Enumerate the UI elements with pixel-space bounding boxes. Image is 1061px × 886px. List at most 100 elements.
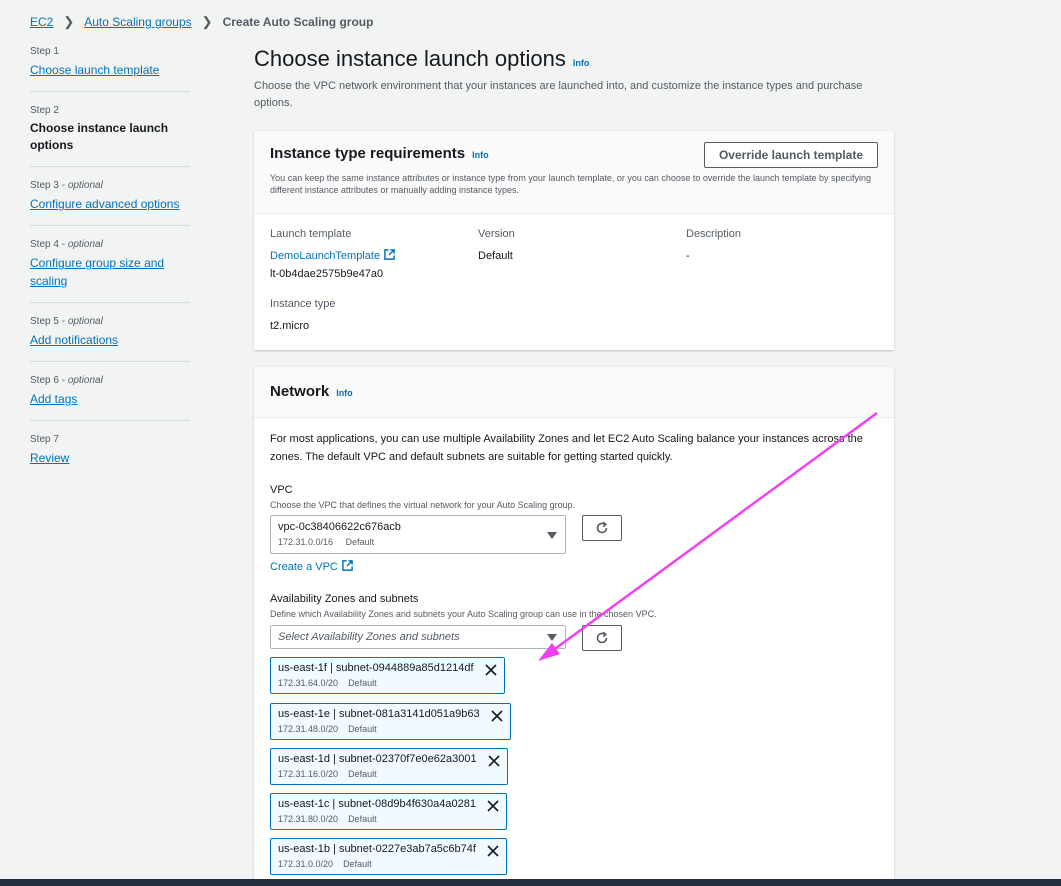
panel-title: Network bbox=[270, 383, 330, 400]
az-select[interactable]: Select Availability Zones and subnets bbox=[270, 625, 566, 649]
step-1: Step 1 Choose launch template bbox=[30, 46, 190, 92]
step-link-notifications[interactable]: Add notifications bbox=[30, 333, 118, 347]
instance-type-panel: Instance type requirements Info You can … bbox=[254, 131, 894, 350]
override-launch-template-button[interactable]: Override launch template bbox=[704, 142, 878, 168]
close-icon[interactable] bbox=[484, 664, 497, 676]
step-number: Step 7 bbox=[30, 434, 59, 445]
page-description: Choose the VPC network environment that … bbox=[254, 80, 863, 109]
vpc-selected-value: vpc-0c38406622c676acb bbox=[278, 521, 401, 533]
step-current-title: Choose instance launch options bbox=[30, 121, 169, 152]
instance-type-field: Instance type t2.micro bbox=[270, 298, 335, 335]
step-3: Step 3 - optional Configure advanced opt… bbox=[30, 180, 190, 226]
step-6: Step 6 - optional Add tags bbox=[30, 375, 190, 421]
caret-down-icon bbox=[547, 634, 557, 641]
info-link[interactable]: Info bbox=[573, 58, 590, 68]
step-link-configure-advanced[interactable]: Configure advanced options bbox=[30, 197, 179, 211]
vpc-cidr: 172.31.0.0/16 bbox=[278, 537, 334, 547]
caret-down-icon bbox=[547, 531, 557, 539]
step-optional-label: optional bbox=[67, 239, 103, 250]
step-2: Step 2 Choose instance launch options bbox=[30, 105, 190, 167]
step-optional-label: optional bbox=[67, 180, 103, 191]
subnet-token-name: us-east-1d | subnet-02370f7e0e62a3001 bbox=[278, 753, 477, 765]
launch-template-link[interactable]: DemoLaunchTemplate bbox=[270, 249, 395, 262]
step-optional-label: optional bbox=[67, 316, 103, 327]
description-value: - bbox=[686, 250, 690, 262]
close-icon[interactable] bbox=[487, 845, 499, 857]
subnet-token: us-east-1b | subnet-0227e3ab7a5c6b74f 17… bbox=[270, 838, 507, 875]
panel-header: Network Info bbox=[254, 367, 894, 418]
az-label: Availability Zones and subnets bbox=[270, 593, 419, 605]
refresh-vpc-button[interactable] bbox=[582, 515, 622, 541]
subnet-token-name: us-east-1c | subnet-08d9b4f630a4a0281 bbox=[278, 798, 476, 810]
refresh-az-button[interactable] bbox=[582, 625, 622, 651]
subnet-token-name: us-east-1f | subnet-0944889a85d1214df bbox=[278, 662, 474, 674]
field-label: Launch template bbox=[270, 228, 352, 240]
subnet-cidr: 172.31.48.0/20 bbox=[278, 724, 339, 734]
field-label: Description bbox=[686, 228, 742, 240]
info-link[interactable]: Info bbox=[472, 150, 489, 160]
step-4: Step 4 - optional Configure group size a… bbox=[30, 239, 190, 303]
chevron-right-icon: ❯ bbox=[201, 14, 213, 29]
bottom-bar bbox=[0, 879, 1061, 886]
page-title-row: Choose instance launch options Info bbox=[254, 46, 894, 72]
panel-header: Instance type requirements Info You can … bbox=[254, 131, 894, 214]
subnet-token: us-east-1c | subnet-08d9b4f630a4a0281 17… bbox=[270, 793, 507, 830]
subnet-default-tag: Default bbox=[343, 859, 372, 869]
panel-description: You can keep the same instance attribute… bbox=[270, 173, 872, 195]
external-link-icon bbox=[342, 560, 353, 571]
breadcrumb-current: Create Auto Scaling group bbox=[222, 15, 374, 29]
az-placeholder: Select Availability Zones and subnets bbox=[278, 631, 460, 643]
step-number: Step 6 - bbox=[30, 375, 68, 386]
breadcrumb-ec2-link[interactable]: EC2 bbox=[30, 15, 53, 29]
close-icon[interactable] bbox=[487, 800, 499, 812]
panel-title-row: Network Info bbox=[270, 383, 878, 400]
step-number: Step 4 - bbox=[30, 239, 68, 250]
subnet-token-name: us-east-1b | subnet-0227e3ab7a5c6b74f bbox=[278, 843, 476, 855]
external-link-icon bbox=[384, 249, 395, 260]
step-link-review[interactable]: Review bbox=[30, 451, 69, 465]
subnet-default-tag: Default bbox=[348, 724, 377, 734]
launch-template-name: DemoLaunchTemplate bbox=[270, 250, 381, 262]
close-icon[interactable] bbox=[488, 755, 500, 767]
step-link-group-size[interactable]: Configure group size and scaling bbox=[30, 256, 164, 288]
subnet-default-tag: Default bbox=[348, 678, 377, 688]
vpc-label: VPC bbox=[270, 484, 293, 496]
breadcrumb: EC2 ❯ Auto Scaling groups ❯ Create Auto … bbox=[30, 14, 373, 30]
launch-template-field: Launch template DemoLaunchTemplate lt-0b… bbox=[270, 228, 395, 283]
step-link-choose-launch-template[interactable]: Choose launch template bbox=[30, 63, 159, 77]
network-panel: Network Info For most applications, you … bbox=[254, 367, 894, 886]
page-header: Choose instance launch options Info Choo… bbox=[254, 46, 894, 112]
close-icon[interactable] bbox=[491, 710, 503, 722]
refresh-icon bbox=[596, 521, 608, 534]
vpc-help: Choose the VPC that defines the virtual … bbox=[270, 500, 576, 510]
subnet-token: us-east-1e | subnet-081a3141d051a9b63 17… bbox=[270, 703, 511, 740]
vpc-select[interactable]: vpc-0c38406622c676acb 172.31.0.0/16 Defa… bbox=[270, 515, 566, 554]
create-vpc-link[interactable]: Create a VPC bbox=[270, 560, 353, 573]
step-7: Step 7 Review bbox=[30, 434, 190, 479]
panel-title: Instance type requirements bbox=[270, 145, 466, 162]
subnet-token: us-east-1f | subnet-0944889a85d1214df 17… bbox=[270, 657, 505, 694]
field-label: Version bbox=[478, 228, 515, 240]
subnet-default-tag: Default bbox=[348, 814, 377, 824]
info-link[interactable]: Info bbox=[336, 388, 353, 398]
step-optional-label: optional bbox=[67, 375, 103, 386]
step-number: Step 3 - bbox=[30, 180, 68, 191]
step-number: Step 2 bbox=[30, 105, 59, 116]
az-help: Define which Availability Zones and subn… bbox=[270, 609, 657, 619]
launch-template-id: lt-0b4dae2575b9e47a0 bbox=[270, 268, 384, 280]
step-number: Step 1 bbox=[30, 46, 59, 57]
subnet-cidr: 172.31.64.0/20 bbox=[278, 678, 339, 688]
breadcrumb-asg-link[interactable]: Auto Scaling groups bbox=[84, 15, 191, 29]
instance-type-value: t2.micro bbox=[270, 320, 310, 332]
refresh-icon bbox=[596, 631, 608, 644]
version-field: Version Default bbox=[478, 228, 515, 265]
wizard-steps: Step 1 Choose launch template Step 2 Cho… bbox=[30, 46, 190, 492]
subnet-default-tag: Default bbox=[348, 769, 377, 779]
page-title: Choose instance launch options bbox=[254, 46, 566, 71]
step-number: Step 5 - bbox=[30, 316, 68, 327]
step-link-tags[interactable]: Add tags bbox=[30, 392, 77, 406]
create-vpc-label: Create a VPC bbox=[270, 561, 338, 573]
version-value: Default bbox=[478, 250, 513, 262]
description-field: Description - bbox=[686, 228, 741, 265]
subnet-token: us-east-1d | subnet-02370f7e0e62a3001 17… bbox=[270, 748, 508, 785]
